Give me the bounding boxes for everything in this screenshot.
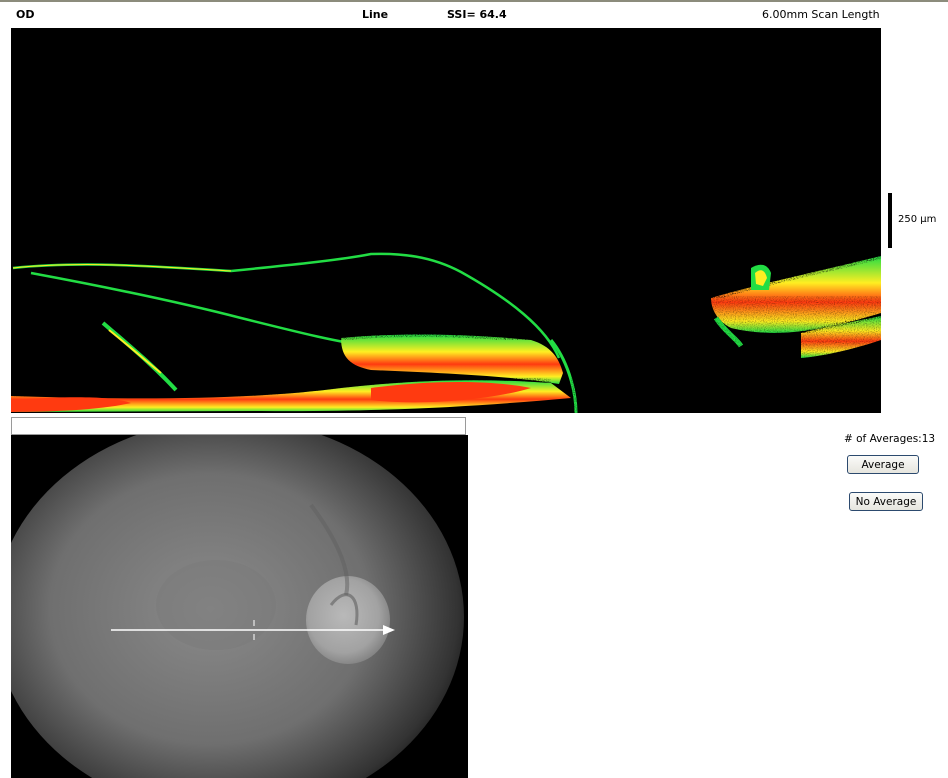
top-divider xyxy=(0,0,948,2)
ssi-label: SSI= 64.4 xyxy=(447,8,507,21)
no-average-button[interactable]: No Average xyxy=(849,492,923,511)
scale-bar xyxy=(888,193,892,248)
averages-count-label: # of Averages:13 xyxy=(844,433,936,445)
eye-label: OD xyxy=(16,8,35,21)
fundus-title-bar xyxy=(11,417,466,435)
oct-bscan-image xyxy=(11,28,881,413)
scale-label: 250 µm xyxy=(898,214,937,225)
average-button[interactable]: Average xyxy=(847,455,919,474)
scan-length-label: 6.00mm Scan Length xyxy=(762,8,880,21)
arrow-right-icon xyxy=(383,625,395,635)
scan-type-label: Line xyxy=(362,8,389,21)
fundus-image xyxy=(11,435,468,778)
